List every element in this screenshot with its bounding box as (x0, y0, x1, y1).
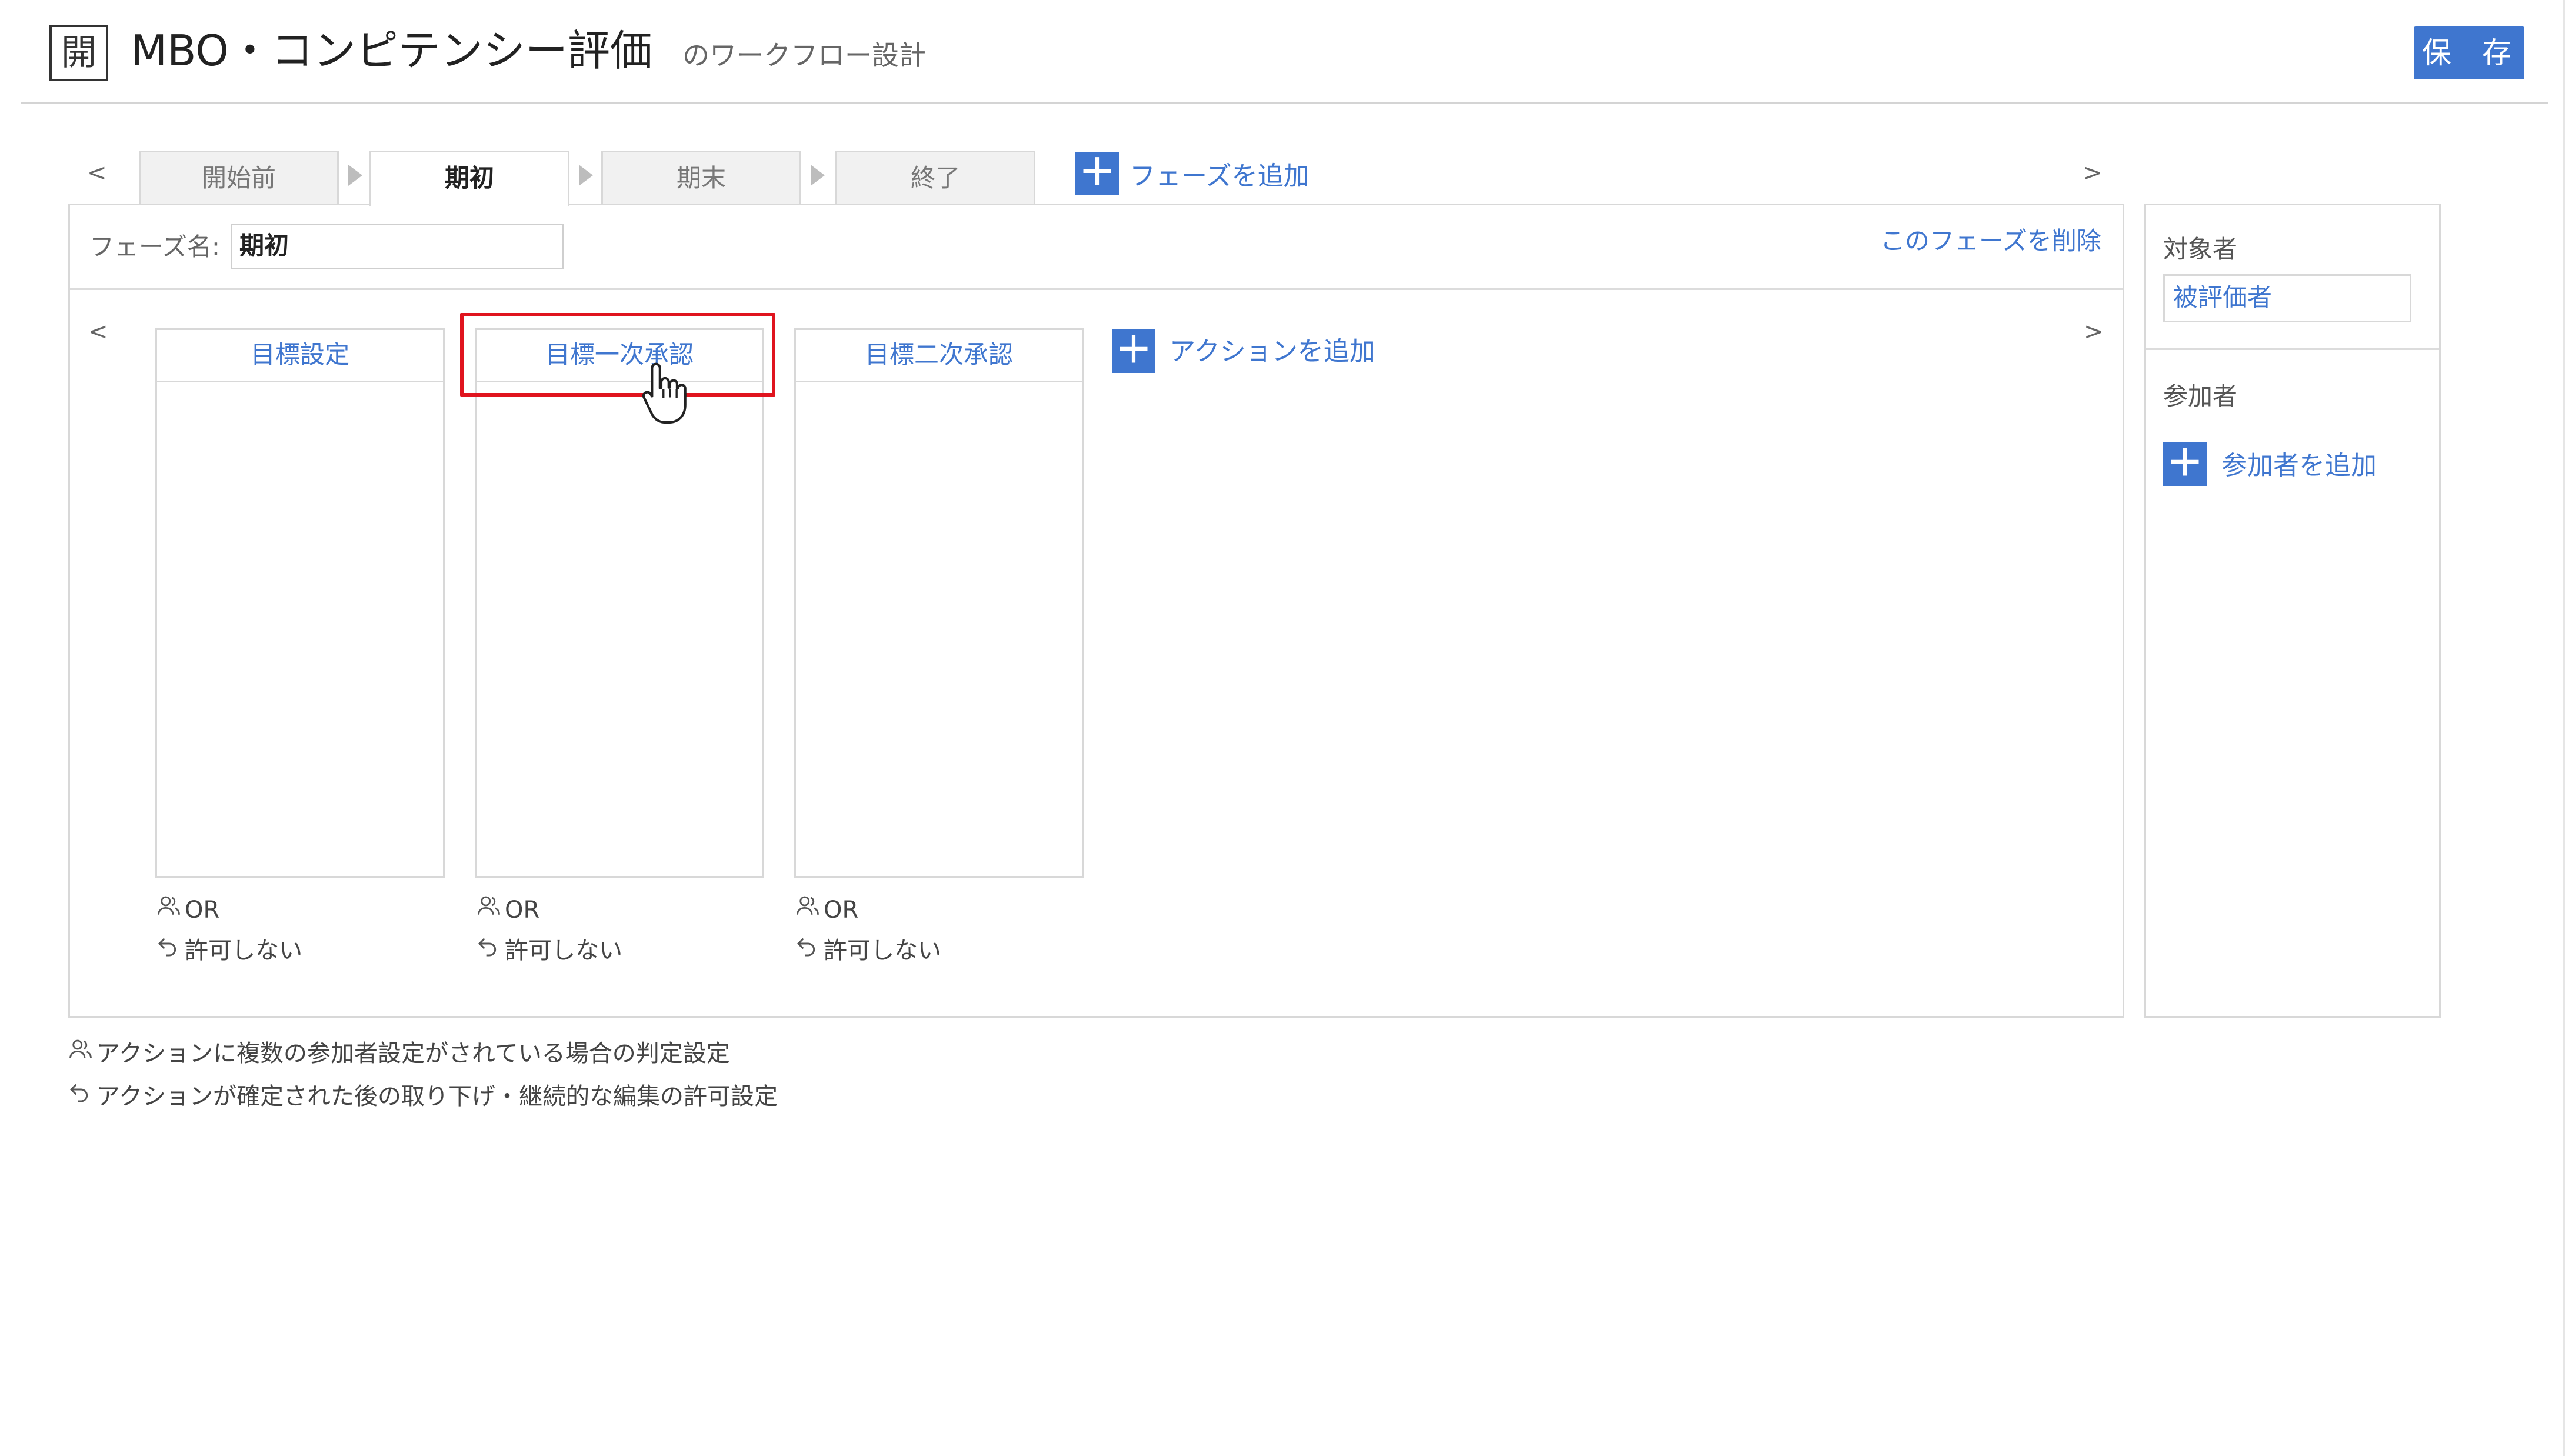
window-edge (2563, 0, 2565, 1456)
action-card (155, 328, 445, 878)
header-divider (21, 102, 2548, 104)
tab-phase-early[interactable]: 期初 (369, 151, 569, 206)
save-button[interactable]: 保 存 (2414, 26, 2524, 79)
participants-label: 参加者 (2163, 382, 2238, 411)
app-logo-icon: 開 (49, 25, 108, 81)
judgement-setting[interactable]: OR (156, 893, 219, 927)
action-next-button[interactable]: > (2084, 314, 2104, 349)
add-participant-plus-icon[interactable]: ＋ (2163, 442, 2207, 486)
page-title: MBO・コンピテンシー評価 (131, 26, 652, 75)
judgement-setting[interactable]: OR (477, 893, 539, 927)
target-label: 対象者 (2163, 235, 2238, 264)
legend-permission-text: アクションが確定された後の取り下げ・継続的な編集の許可設定 (96, 1083, 778, 1110)
add-phase-plus-icon[interactable]: ＋ (1075, 152, 1119, 195)
phase-name-input[interactable]: 期初 (231, 224, 564, 269)
users-icon (795, 893, 824, 927)
phase-arrow-icon (811, 165, 825, 186)
add-action-plus-icon[interactable]: ＋ (1112, 329, 1155, 373)
legend-judgement: アクションに複数の参加者設定がされている場合の判定設定 (68, 1037, 730, 1070)
phase-divider (70, 288, 2123, 290)
permission-value: 許可しない (824, 937, 941, 964)
permission-value: 許可しない (505, 937, 622, 964)
tab-phase-before-start[interactable]: 開始前 (139, 151, 339, 205)
phase-name-label: フェーズ名: (89, 232, 221, 261)
permission-setting[interactable]: 許可しない (477, 934, 622, 967)
action-title[interactable]: 目標設定 (155, 328, 445, 382)
permission-value: 許可しない (185, 937, 302, 964)
phase-next-button[interactable]: > (2083, 155, 2103, 191)
selection-highlight (460, 313, 775, 397)
phase-prev-button[interactable]: < (87, 155, 107, 191)
action-card (475, 328, 764, 878)
target-select[interactable]: 被評価者 (2163, 274, 2411, 322)
undo-icon (156, 934, 185, 967)
phase-arrow-icon (579, 165, 593, 186)
tab-phase-end-of-term[interactable]: 期末 (601, 151, 801, 205)
permission-setting[interactable]: 許可しない (156, 934, 302, 967)
judgement-value: OR (505, 897, 540, 924)
users-icon (477, 893, 505, 927)
users-icon (156, 893, 185, 927)
add-phase-button[interactable]: フェーズを追加 (1130, 159, 1310, 194)
users-icon (68, 1037, 96, 1070)
action-title[interactable]: 目標二次承認 (794, 328, 1084, 382)
legend-permission: アクションが確定された後の取り下げ・継続的な編集の許可設定 (68, 1080, 778, 1113)
tab-phase-finished[interactable]: 終了 (835, 151, 1035, 205)
side-divider (2146, 348, 2439, 350)
phase-arrow-icon (348, 165, 362, 186)
action-prev-button[interactable]: < (88, 314, 108, 349)
undo-icon (477, 934, 505, 967)
judgement-setting[interactable]: OR (795, 893, 858, 927)
judgement-value: OR (185, 897, 220, 924)
add-participant-button[interactable]: 参加者を追加 (2221, 448, 2377, 484)
participants-panel (2144, 204, 2441, 1018)
undo-icon (795, 934, 824, 967)
judgement-value: OR (824, 897, 859, 924)
hand-pointer-icon (638, 360, 691, 426)
action-card (794, 328, 1084, 878)
permission-setting[interactable]: 許可しない (795, 934, 941, 967)
undo-icon (68, 1080, 96, 1113)
add-action-button[interactable]: アクションを追加 (1170, 334, 1375, 369)
delete-phase-link[interactable]: このフェーズを削除 (1880, 224, 2101, 259)
page-subtitle: のワークフロー設計 (682, 39, 926, 71)
legend-judgement-text: アクションに複数の参加者設定がされている場合の判定設定 (96, 1040, 730, 1067)
